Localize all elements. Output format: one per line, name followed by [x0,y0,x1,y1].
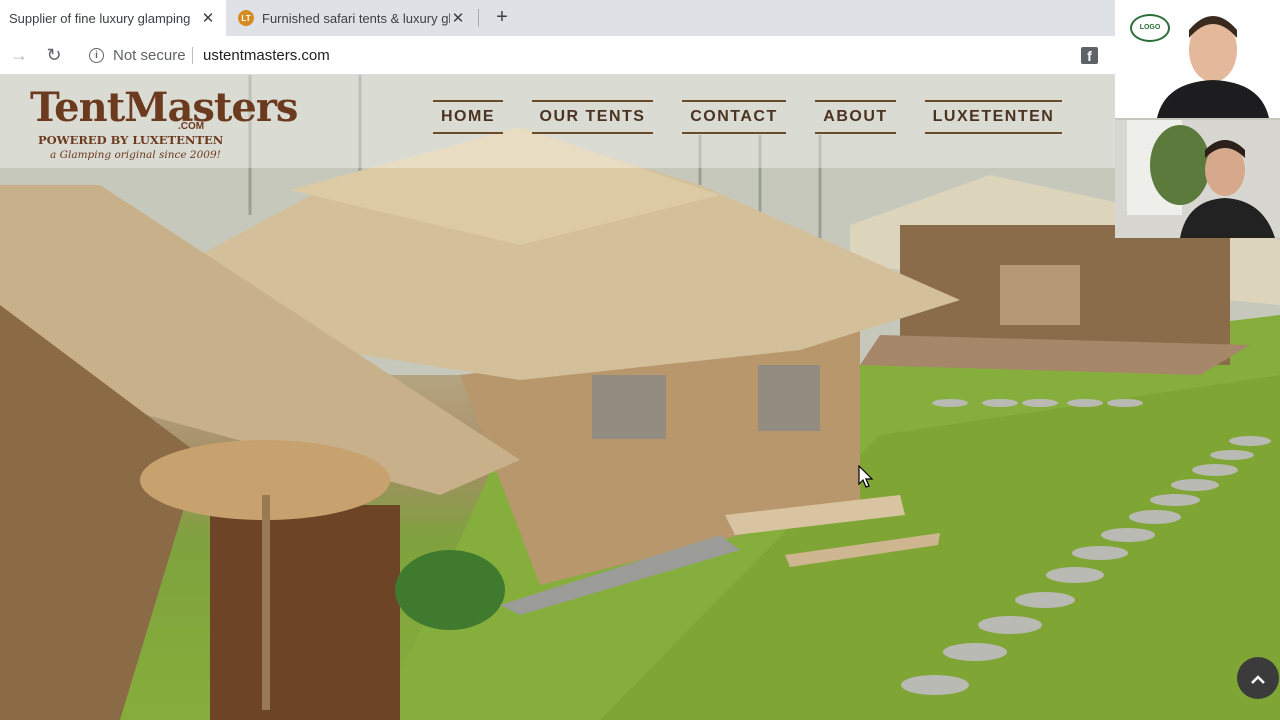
address-bar[interactable]: i Not secure ustentmasters.com ☆ [78,40,1132,70]
participant-2-video [1115,120,1280,238]
tab-title: Supplier of fine luxury glamping [9,10,191,26]
facebook-extension-icon[interactable]: f [1081,47,1098,64]
close-icon[interactable]: ✕ [450,10,466,27]
luxetenten-favicon-icon: LT [238,10,254,26]
site-logo[interactable]: TentMasters .COM POWERED BY LUXETENTEN a… [30,87,298,165]
participant-1-video [1157,16,1269,118]
mouse-cursor-icon [858,465,874,488]
reload-icon[interactable]: ↻ [44,45,64,65]
tab-strip: Supplier of fine luxury glamping ✕ LT Fu… [0,0,1115,36]
nav-about[interactable]: ABOUT [815,100,896,134]
scroll-to-top-button[interactable] [1237,657,1279,699]
tab-title: Furnished safari tents & luxury gl [262,10,450,26]
hero-image [0,75,1280,720]
browser-toolbar: → ↻ i Not secure ustentmasters.com ☆ f [0,36,1132,75]
page-viewport: TentMasters .COM POWERED BY LUXETENTEN a… [0,75,1280,720]
logo-wordmark: TentMasters [30,84,298,131]
chevron-up-icon [1251,675,1265,684]
logo-com: .COM [178,121,205,132]
site-header: TentMasters .COM POWERED BY LUXETENTEN a… [0,75,1115,168]
nav-home[interactable]: HOME [433,100,503,134]
close-icon[interactable]: ✕ [200,10,216,27]
info-icon[interactable]: i [89,48,104,63]
nav-our-tents[interactable]: OUR TENTS [532,100,653,134]
new-tab-button[interactable]: + [492,7,512,27]
tab-separator [478,9,479,27]
url-text[interactable]: ustentmasters.com [203,47,330,64]
security-label[interactable]: Not secure [113,47,186,64]
logo-tagline: a Glamping original since 2009! [50,149,221,161]
forward-icon[interactable]: → [9,45,29,65]
omnibox-separator [192,47,193,64]
logo-powered-by: POWERED BY LUXETENTEN [38,133,224,147]
video-call-participant-1: LOGO [1115,0,1280,118]
tab-furnished-safari[interactable]: LT Furnished safari tents & luxury gl ✕ [230,0,476,36]
tab-supplier[interactable]: Supplier of fine luxury glamping ✕ [0,0,226,36]
nav-luxetenten[interactable]: LUXETENTEN [925,100,1062,134]
nav-contact[interactable]: CONTACT [682,100,786,134]
video-call-participant-2 [1115,120,1280,238]
